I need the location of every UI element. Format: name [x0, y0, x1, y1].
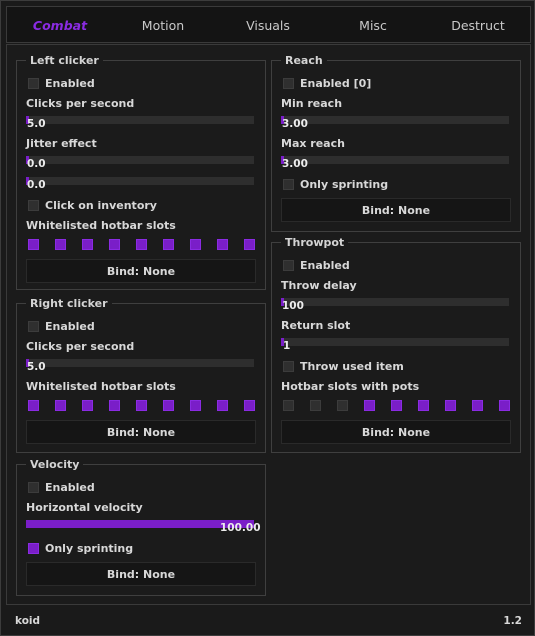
hotbar-slot-2[interactable] — [310, 400, 321, 411]
left-clicker-bind-button[interactable]: Bind: None — [26, 259, 256, 283]
throwpot-return-slider[interactable] — [281, 338, 509, 346]
group-title: Velocity — [26, 458, 84, 471]
throwpot-enabled-checkbox[interactable] — [283, 260, 294, 271]
throwpot-slots-label: Hotbar slots with pots — [281, 380, 420, 393]
throwpot-delay-value: 100 — [282, 300, 304, 312]
reach-enabled-checkbox[interactable] — [283, 78, 294, 89]
throwpot-bind-button[interactable]: Bind: None — [281, 420, 511, 444]
left-clicker-jitter-value-1: 0.0 — [27, 158, 46, 170]
hotbar-slot-1[interactable] — [28, 400, 39, 411]
left-clicker-jitter-slider-2[interactable] — [26, 177, 254, 185]
right-clicker-cps-label: Clicks per second — [26, 340, 135, 353]
left-clicker-inventory-label: Click on inventory — [45, 199, 157, 212]
left-clicker-cps-slider[interactable] — [26, 116, 254, 124]
right-clicker-bind-button[interactable]: Bind: None — [26, 420, 256, 444]
hotbar-slot-2[interactable] — [55, 239, 66, 250]
app-window: Combat Motion Visuals Misc Destruct Left… — [0, 0, 535, 636]
reach-max-slider[interactable] — [281, 156, 509, 164]
hotbar-slot-9[interactable] — [244, 239, 255, 250]
reach-sprint-checkbox[interactable] — [283, 179, 294, 190]
left-clicker-enabled-label: Enabled — [45, 77, 95, 90]
reach-max-label: Max reach — [281, 137, 345, 150]
right-clicker-cps-slider[interactable] — [26, 359, 254, 367]
left-clicker-cps-label: Clicks per second — [26, 97, 135, 110]
left-clicker-jitter-value-2: 0.0 — [27, 179, 46, 191]
group-title: Throwpot — [281, 236, 349, 249]
left-clicker-jitter-slider-1[interactable] — [26, 156, 254, 164]
hotbar-slot-4[interactable] — [109, 400, 120, 411]
hotbar-slot-4[interactable] — [364, 400, 375, 411]
throwpot-return-label: Return slot — [281, 319, 351, 332]
right-clicker-slots-label: Whitelisted hotbar slots — [26, 380, 176, 393]
hotbar-slot-7[interactable] — [190, 400, 201, 411]
footer-version: 1.2 — [503, 615, 522, 627]
left-clicker-cps-value: 5.0 — [27, 118, 46, 130]
left-clicker-inventory-checkbox[interactable] — [28, 200, 39, 211]
hotbar-slot-2[interactable] — [55, 400, 66, 411]
hotbar-slot-9[interactable] — [244, 400, 255, 411]
velocity-bind-button[interactable]: Bind: None — [26, 562, 256, 586]
left-clicker-slots-label: Whitelisted hotbar slots — [26, 219, 176, 232]
hotbar-slot-3[interactable] — [82, 239, 93, 250]
left-clicker-group: Left clicker — [16, 54, 266, 290]
throwpot-throw-used-label: Throw used item — [300, 360, 404, 373]
reach-min-value: 3.00 — [282, 118, 308, 130]
tab-visuals[interactable]: Visuals — [223, 7, 313, 44]
hotbar-slot-8[interactable] — [472, 400, 483, 411]
hotbar-slot-5[interactable] — [391, 400, 402, 411]
velocity-sprint-label: Only sprinting — [45, 542, 134, 555]
hotbar-slot-8[interactable] — [217, 400, 228, 411]
reach-bind-button[interactable]: Bind: None — [281, 198, 511, 222]
hotbar-slot-7[interactable] — [190, 239, 201, 250]
left-clicker-jitter-label: Jitter effect — [26, 137, 97, 150]
group-title: Left clicker — [26, 54, 103, 67]
velocity-sprint-checkbox[interactable] — [28, 543, 39, 554]
velocity-enabled-label: Enabled — [45, 481, 95, 494]
right-clicker-enabled-label: Enabled — [45, 320, 95, 333]
tab-motion[interactable]: Motion — [118, 7, 208, 44]
hotbar-slot-6[interactable] — [163, 239, 174, 250]
tab-destruct[interactable]: Destruct — [433, 7, 523, 44]
right-clicker-cps-value: 5.0 — [27, 361, 46, 373]
tab-combat[interactable]: Combat — [15, 7, 105, 44]
throwpot-delay-label: Throw delay — [281, 279, 357, 292]
hotbar-slot-3[interactable] — [337, 400, 348, 411]
reach-min-label: Min reach — [281, 97, 343, 110]
hotbar-slot-4[interactable] — [109, 239, 120, 250]
reach-sprint-label: Only sprinting — [300, 178, 389, 191]
hotbar-slot-6[interactable] — [418, 400, 429, 411]
hotbar-slot-5[interactable] — [136, 239, 147, 250]
velocity-enabled-checkbox[interactable] — [28, 482, 39, 493]
reach-enabled-label: Enabled [0] — [300, 77, 372, 90]
group-title: Reach — [281, 54, 327, 67]
velocity-horizontal-value: 100.00 — [220, 522, 261, 534]
right-clicker-enabled-checkbox[interactable] — [28, 321, 39, 332]
throwpot-delay-slider[interactable] — [281, 298, 509, 306]
hotbar-slot-6[interactable] — [163, 400, 174, 411]
footer-client-name: koid — [15, 615, 41, 627]
hotbar-slot-1[interactable] — [283, 400, 294, 411]
velocity-horizontal-label: Horizontal velocity — [26, 501, 143, 514]
reach-min-slider[interactable] — [281, 116, 509, 124]
throwpot-return-value: 1 — [283, 340, 291, 352]
hotbar-slot-3[interactable] — [82, 400, 93, 411]
throwpot-throw-used-checkbox[interactable] — [283, 361, 294, 372]
tab-misc[interactable]: Misc — [328, 7, 418, 44]
hotbar-slot-5[interactable] — [136, 400, 147, 411]
hotbar-slot-1[interactable] — [28, 239, 39, 250]
left-clicker-enabled-checkbox[interactable] — [28, 78, 39, 89]
hotbar-slot-9[interactable] — [499, 400, 510, 411]
hotbar-slot-8[interactable] — [217, 239, 228, 250]
group-title: Right clicker — [26, 297, 112, 310]
tab-bar: Combat Motion Visuals Misc Destruct — [6, 6, 531, 43]
hotbar-slot-7[interactable] — [445, 400, 456, 411]
reach-max-value: 3.00 — [282, 158, 308, 170]
throwpot-enabled-label: Enabled — [300, 259, 350, 272]
